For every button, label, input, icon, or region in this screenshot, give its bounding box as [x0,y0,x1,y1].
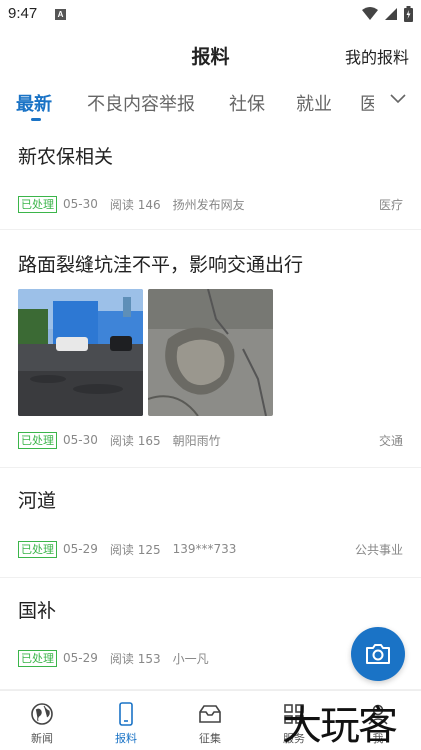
report-photo-1[interactable] [18,289,143,416]
item-author: 朝阳雨竹 [172,433,221,448]
item-date: 05-30 [63,197,98,211]
item-author: 扬州发布网友 [172,197,245,212]
item-date: 05-29 [63,651,98,665]
item-meta: 已处理 05-30 阅读 165 朝阳雨竹 交通 [18,431,403,449]
tab-employment[interactable]: 就业 [296,90,332,116]
phone-icon [119,702,133,726]
item-meta: 已处理 05-29 阅读 153 小一凡 [18,649,403,667]
item-title: 河道 [18,490,57,512]
report-photo-2[interactable] [148,289,273,416]
item-title: 新农保相关 [18,146,114,168]
inbox-icon [199,705,221,723]
chevron-down-icon[interactable] [389,92,407,106]
tab-latest[interactable]: 最新 [16,90,52,116]
status-time: 9:47 [8,5,38,22]
status-icons [362,6,413,22]
nav-report[interactable]: 报料 [96,701,156,746]
status-badge: 已处理 [18,195,57,213]
tab-medical: 医 [360,94,374,115]
status-bar: 9:47 A [0,0,421,30]
tab-bad-content-report[interactable]: 不良内容举报 [87,90,195,116]
item-date: 05-30 [63,433,98,447]
tab-social-security[interactable]: 社保 [229,90,265,116]
item-meta: 已处理 05-30 阅读 146 扬州发布网友 医疗 [18,195,403,213]
item-category: 公共事业 [354,542,403,557]
item-category: 医疗 [378,197,403,212]
item-meta: 已处理 05-29 阅读 125 139***733 公共事业 [18,540,403,558]
category-tabs: 最新 不良内容举报 社保 就业 医 [0,80,421,130]
tab-indicator [31,118,41,121]
item-title: 国补 [18,600,57,622]
camera-icon [366,644,390,664]
item-author: 小一凡 [172,651,209,666]
item-reads: 阅读 165 [109,433,161,448]
wifi-icon [362,7,378,20]
watermark-text: 大玩客 [282,703,398,749]
camera-button[interactable] [351,627,405,681]
status-badge: 已处理 [18,540,57,558]
nav-news-label: 新闻 [31,732,53,745]
item-date: 05-29 [63,542,98,556]
globe-icon [31,703,53,725]
item-category: 交通 [378,433,403,448]
tab-medical-clip[interactable]: 医 [360,90,374,116]
nav-report-label: 报料 [115,732,137,745]
my-reports-link[interactable]: 我的报料 [345,44,409,68]
nav-collect-label: 征集 [199,732,221,745]
status-badge: 已处理 [18,649,57,667]
item-reads: 阅读 146 [109,197,161,212]
nav-collect[interactable]: 征集 [180,701,240,746]
list-item[interactable]: 新农保相关 已处理 05-30 阅读 146 扬州发布网友 医疗 [0,130,421,230]
signal-icon [385,8,397,20]
item-reads: 阅读 125 [109,542,161,557]
header: 报料 我的报料 [0,30,421,80]
list-item[interactable]: 河道 已处理 05-29 阅读 125 139***733 公共事业 [0,468,421,578]
status-badge: 已处理 [18,431,57,449]
nav-news[interactable]: 新闻 [12,701,72,746]
notification-icon: A [55,9,66,20]
item-author: 139***733 [172,542,237,556]
item-title: 路面裂缝坑洼不平，影响交通出行 [18,254,304,276]
battery-icon [404,6,413,22]
item-reads: 阅读 153 [109,651,161,666]
